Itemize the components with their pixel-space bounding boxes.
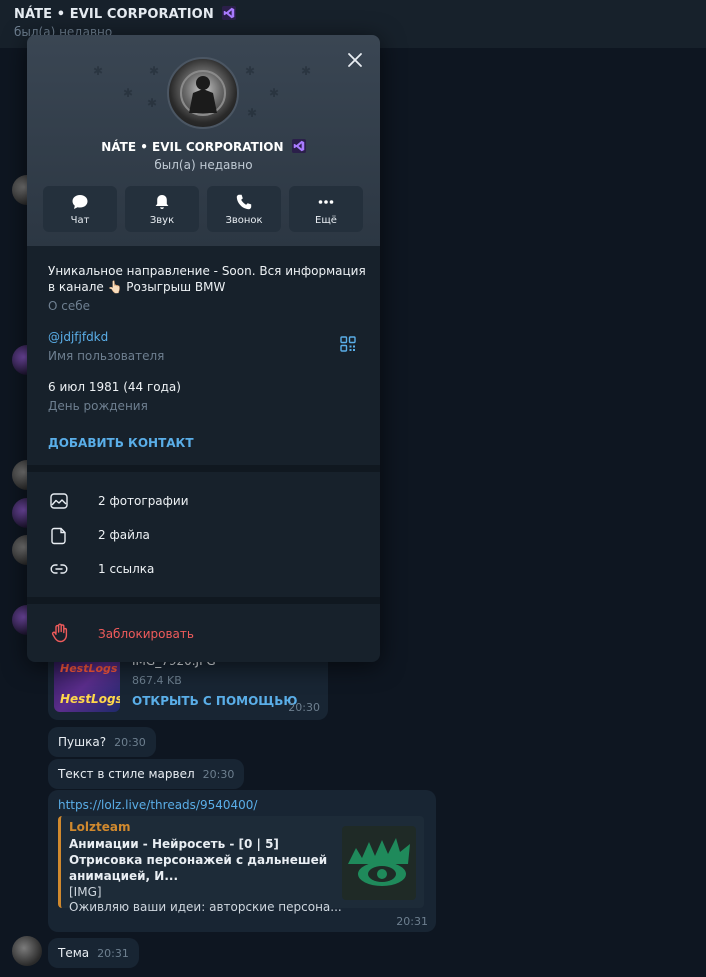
link-message[interactable]: https://lolz.live/threads/9540400/ Lolzt… bbox=[48, 790, 436, 932]
photos-label: 2 фотографии bbox=[98, 494, 189, 508]
profile-actions: Чат Звук Звонок Ещё bbox=[43, 186, 363, 232]
chat-bubble-icon bbox=[72, 195, 88, 209]
hand-stop-icon bbox=[51, 623, 68, 643]
more-dots-icon bbox=[318, 200, 334, 204]
phone-icon bbox=[236, 194, 252, 210]
photo-icon bbox=[50, 493, 68, 509]
preview-description: Оживляю ваши идеи: авторские персона... bbox=[69, 900, 342, 914]
birthday-label: День рождения bbox=[48, 399, 148, 413]
more-button[interactable]: Ещё bbox=[289, 186, 363, 232]
files-row[interactable]: 2 файла bbox=[27, 518, 380, 552]
text-message[interactable]: Тема 20:31 bbox=[48, 938, 139, 968]
lolzteam-logo-icon bbox=[348, 838, 410, 886]
pattern-star-icon: ✱ bbox=[149, 64, 160, 78]
chat-title-text: NÁTE • EVIL CORPORATION bbox=[14, 7, 214, 22]
message-time: 20:30 bbox=[288, 701, 320, 714]
chat-button-label: Чат bbox=[70, 215, 90, 226]
file-icon bbox=[51, 527, 66, 545]
add-contact-button[interactable]: ДОБАВИТЬ КОНТАКТ bbox=[48, 436, 194, 450]
pattern-star-icon: ✱ bbox=[147, 96, 158, 110]
pattern-star-icon: ✱ bbox=[269, 86, 280, 100]
profile-popup: ✱ ✱ ✱ ✱ ✱ ✱ ✱ ✱ NÁTE • EVIL CORPORATION … bbox=[27, 35, 380, 662]
sound-button[interactable]: Звук bbox=[125, 186, 199, 232]
block-user-button[interactable]: Заблокировать bbox=[27, 615, 380, 651]
profile-name: NÁTE • EVIL CORPORATION bbox=[27, 139, 380, 154]
close-icon[interactable] bbox=[344, 49, 366, 71]
bell-icon bbox=[155, 195, 169, 209]
message-text: Пушка? bbox=[58, 735, 107, 749]
pattern-star-icon: ✱ bbox=[123, 86, 134, 100]
sound-button-label: Звук bbox=[149, 215, 175, 226]
link-preview[interactable]: Lolzteam Анимации - Нейросеть - [0 | 5] … bbox=[58, 816, 424, 914]
message-time: 20:31 bbox=[396, 915, 428, 928]
call-button[interactable]: Звонок bbox=[207, 186, 281, 232]
block-label: Заблокировать bbox=[98, 627, 194, 641]
profile-header: ✱ ✱ ✱ ✱ ✱ ✱ ✱ ✱ NÁTE • EVIL CORPORATION … bbox=[27, 35, 380, 246]
file-size: 867.4 KB bbox=[132, 674, 182, 687]
username-label: Имя пользователя bbox=[48, 349, 165, 363]
message-time: 20:30 bbox=[114, 736, 146, 749]
message-text: Текст в стиле марвел bbox=[58, 767, 195, 781]
photos-row[interactable]: 2 фотографии bbox=[27, 484, 380, 518]
section-divider bbox=[27, 465, 380, 472]
call-button-label: Звонок bbox=[225, 215, 263, 226]
vs-badge-icon bbox=[291, 139, 306, 153]
message-text: Тема bbox=[58, 946, 90, 960]
file-thumbnail[interactable]: HestLogs HestLogs bbox=[54, 654, 120, 712]
thumbnail-caption-top: HestLogs bbox=[60, 662, 118, 675]
message-link[interactable]: https://lolz.live/threads/9540400/ bbox=[58, 798, 426, 812]
link-icon bbox=[50, 564, 68, 574]
chat-title: NÁTE • EVIL CORPORATION bbox=[14, 6, 692, 22]
open-with-button[interactable]: ОТКРЫТЬ С ПОМОЩЬЮ bbox=[132, 694, 297, 708]
text-message[interactable]: Текст в стиле марвел 20:30 bbox=[48, 759, 245, 789]
bio-label: О себе bbox=[48, 299, 91, 313]
bio-text: Уникальное направление - Soon. Вся инфор… bbox=[48, 264, 366, 294]
pattern-star-icon: ✱ bbox=[93, 64, 104, 78]
birthday: 6 июл 1981 (44 года) bbox=[48, 380, 181, 394]
pattern-star-icon: ✱ bbox=[245, 64, 256, 78]
profile-status: был(а) недавно bbox=[154, 158, 253, 172]
avatar[interactable] bbox=[12, 936, 42, 966]
links-row[interactable]: 1 ссылка bbox=[27, 552, 380, 586]
files-label: 2 файла bbox=[98, 528, 150, 542]
preview-image[interactable] bbox=[342, 826, 416, 900]
preview-title: Анимации - Нейросеть - [0 | 5] Отрисовка… bbox=[69, 837, 328, 883]
text-message[interactable]: Пушка? 20:30 bbox=[48, 727, 156, 757]
username[interactable]: @jdjfjfdkd bbox=[48, 330, 108, 344]
thumbnail-caption-bottom: HestLogs bbox=[60, 692, 120, 706]
links-label: 1 ссылка bbox=[98, 562, 155, 576]
avatar-figure-icon bbox=[180, 70, 226, 116]
vs-badge-icon bbox=[222, 6, 237, 20]
message-time: 20:30 bbox=[202, 768, 235, 781]
pattern-star-icon: ✱ bbox=[247, 106, 258, 120]
qr-code-icon[interactable] bbox=[340, 336, 356, 352]
profile-avatar[interactable] bbox=[167, 57, 239, 129]
pattern-star-icon: ✱ bbox=[301, 64, 312, 78]
more-button-label: Ещё bbox=[315, 215, 337, 226]
profile-name-text: NÁTE • EVIL CORPORATION bbox=[101, 140, 284, 154]
message-time: 20:31 bbox=[97, 947, 129, 960]
chat-button[interactable]: Чат bbox=[43, 186, 117, 232]
section-divider bbox=[27, 597, 380, 604]
